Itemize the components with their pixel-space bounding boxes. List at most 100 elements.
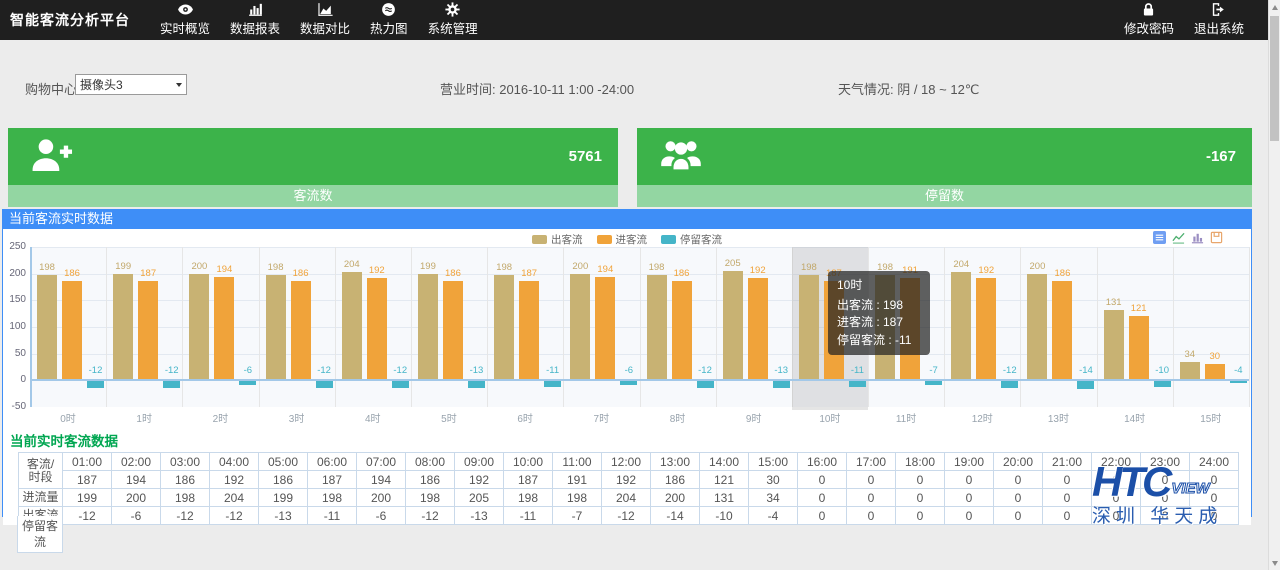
nav-item-reports[interactable]: 数据报表 bbox=[220, 0, 290, 40]
bar-停留客流-4时[interactable] bbox=[392, 381, 409, 387]
bar-停留客流-10时[interactable] bbox=[849, 381, 866, 387]
bar-出客流-7时[interactable] bbox=[570, 274, 590, 381]
table-cell: 199 bbox=[63, 489, 112, 507]
bar-value-label: 121 bbox=[1117, 303, 1161, 314]
bar-停留客流-2时[interactable] bbox=[239, 381, 256, 384]
bar-value-label: -14 bbox=[1064, 365, 1108, 376]
y-axis-tick-label: 250 bbox=[3, 241, 26, 252]
bar-停留客流-15时[interactable] bbox=[1230, 381, 1247, 383]
bar-出客流-4时[interactable] bbox=[342, 272, 362, 381]
account-menu: 修改密码退出系统 bbox=[1114, 0, 1254, 40]
table-cell: -6 bbox=[112, 507, 161, 525]
app-screen: 智能客流分析平台 实时概览数据报表数据对比热力图系统管理 修改密码退出系统 购物… bbox=[0, 0, 1280, 570]
bar-value-label: -12 bbox=[150, 365, 194, 376]
table-cell: 0 bbox=[994, 489, 1043, 507]
scrollbar-thumb[interactable] bbox=[1270, 16, 1279, 141]
bar-停留客流-9时[interactable] bbox=[773, 381, 790, 388]
bar-出客流-2时[interactable] bbox=[189, 274, 209, 381]
top-navbar: 智能客流分析平台 实时概览数据报表数据对比热力图系统管理 修改密码退出系统 bbox=[0, 0, 1280, 40]
legend-swatch bbox=[532, 235, 547, 244]
nav-item-heatmap[interactable]: 热力图 bbox=[360, 0, 418, 40]
nav-action-change-password[interactable]: 修改密码 bbox=[1114, 0, 1184, 40]
bar-停留客流-13时[interactable] bbox=[1077, 381, 1094, 388]
bar-value-label: 187 bbox=[507, 268, 551, 279]
bar-停留客流-11时[interactable] bbox=[925, 381, 942, 385]
tooltip-line: 进客流 : 187 bbox=[837, 314, 921, 332]
bar-出客流-13时[interactable] bbox=[1027, 274, 1047, 381]
table-cell: -12 bbox=[602, 507, 651, 525]
bar-出客流-12时[interactable] bbox=[951, 272, 971, 381]
nav-action-logout[interactable]: 退出系统 bbox=[1184, 0, 1254, 40]
x-axis-tick-label: 11时 bbox=[868, 410, 944, 425]
table-cell: -4 bbox=[749, 507, 798, 525]
bar-value-label: -12 bbox=[683, 365, 727, 376]
table-cell: 0 bbox=[1043, 489, 1092, 507]
app-title: 智能客流分析平台 bbox=[0, 10, 130, 30]
table-cell: 205 bbox=[455, 489, 504, 507]
table-cell: 0 bbox=[945, 507, 994, 525]
bar-停留客流-12时[interactable] bbox=[1001, 381, 1018, 387]
table-cell: 186 bbox=[406, 471, 455, 489]
time-column-header: 06:00 bbox=[308, 453, 357, 471]
stay-flow-row-label: 停留客 流 bbox=[17, 516, 63, 553]
table-cell: 131 bbox=[700, 489, 749, 507]
realtime-flow-chart[interactable]: 出客流进客流停留客流 19819920019820419919820019820… bbox=[3, 229, 1251, 427]
tooltip-line: 停留客流 : -11 bbox=[837, 332, 921, 350]
time-column-header: 09:00 bbox=[455, 453, 504, 471]
bar-停留客流-8时[interactable] bbox=[697, 381, 714, 387]
bar-停留客流-1时[interactable] bbox=[163, 381, 180, 387]
heatmap-icon bbox=[380, 1, 397, 18]
time-column-header: 10:00 bbox=[504, 453, 553, 471]
vertical-scrollbar[interactable] bbox=[1268, 0, 1280, 570]
table-cell: 192 bbox=[602, 471, 651, 489]
table-cell: 200 bbox=[112, 489, 161, 507]
table-cell: 0 bbox=[847, 489, 896, 507]
bar-停留客流-6时[interactable] bbox=[544, 381, 561, 387]
table-row: 进流量1992001982041991982001982051981982042… bbox=[19, 489, 1239, 507]
scroll-up-arrow-icon[interactable] bbox=[1269, 0, 1280, 14]
table-cell: 198 bbox=[406, 489, 455, 507]
nav-item-label: 数据对比 bbox=[300, 18, 350, 37]
legend-item[interactable]: 进客流 bbox=[597, 232, 648, 247]
passenger-flow-label: 客流数 bbox=[8, 185, 618, 207]
table-cell: 198 bbox=[161, 489, 210, 507]
chart-plot-area[interactable]: 1981992001982041991982001982051981982042… bbox=[30, 247, 1249, 407]
y-axis-tick-label: 0 bbox=[3, 374, 26, 385]
bar-停留客流-14时[interactable] bbox=[1154, 381, 1171, 386]
table-cell: 186 bbox=[259, 471, 308, 489]
nav-item-overview[interactable]: 实时概览 bbox=[150, 0, 220, 40]
people-group-icon bbox=[659, 137, 703, 176]
table-cell: 121 bbox=[700, 471, 749, 489]
bar-value-label: -10 bbox=[1140, 365, 1184, 376]
bar-停留客流-7时[interactable] bbox=[620, 381, 637, 384]
camera-select[interactable]: 摄像头3 bbox=[75, 74, 187, 95]
bar-出客流-9时[interactable] bbox=[723, 271, 743, 380]
table-cell: 0 bbox=[847, 471, 896, 489]
bar-value-label: -11 bbox=[835, 365, 879, 376]
scroll-down-arrow-icon[interactable] bbox=[1269, 556, 1280, 570]
gridline-v bbox=[1249, 247, 1250, 407]
bar-出客流-0时[interactable] bbox=[37, 275, 57, 381]
y-axis-line bbox=[30, 247, 32, 407]
gridline-v bbox=[1173, 247, 1174, 407]
time-column-header: 13:00 bbox=[651, 453, 700, 471]
table-cell: 0 bbox=[896, 489, 945, 507]
time-column-header: 14:00 bbox=[700, 453, 749, 471]
bar-停留客流-5时[interactable] bbox=[468, 381, 485, 388]
nav-item-compare[interactable]: 数据对比 bbox=[290, 0, 360, 40]
lock-icon bbox=[1140, 1, 1157, 18]
table-cell: -6 bbox=[357, 507, 406, 525]
bar-停留客流-3时[interactable] bbox=[316, 381, 333, 387]
camera-select-value: 摄像头3 bbox=[80, 76, 123, 93]
chevron-down-icon bbox=[176, 83, 182, 87]
table-cell: -13 bbox=[455, 507, 504, 525]
table-cell: 198 bbox=[308, 489, 357, 507]
report-chart-icon bbox=[247, 1, 264, 18]
legend-item[interactable]: 出客流 bbox=[532, 232, 583, 247]
nav-item-system[interactable]: 系统管理 bbox=[418, 0, 488, 40]
eye-icon bbox=[177, 1, 194, 18]
legend-item[interactable]: 停留客流 bbox=[661, 232, 722, 247]
gridline-v bbox=[335, 247, 336, 407]
logout-icon bbox=[1210, 1, 1227, 18]
bar-停留客流-0时[interactable] bbox=[87, 381, 104, 387]
